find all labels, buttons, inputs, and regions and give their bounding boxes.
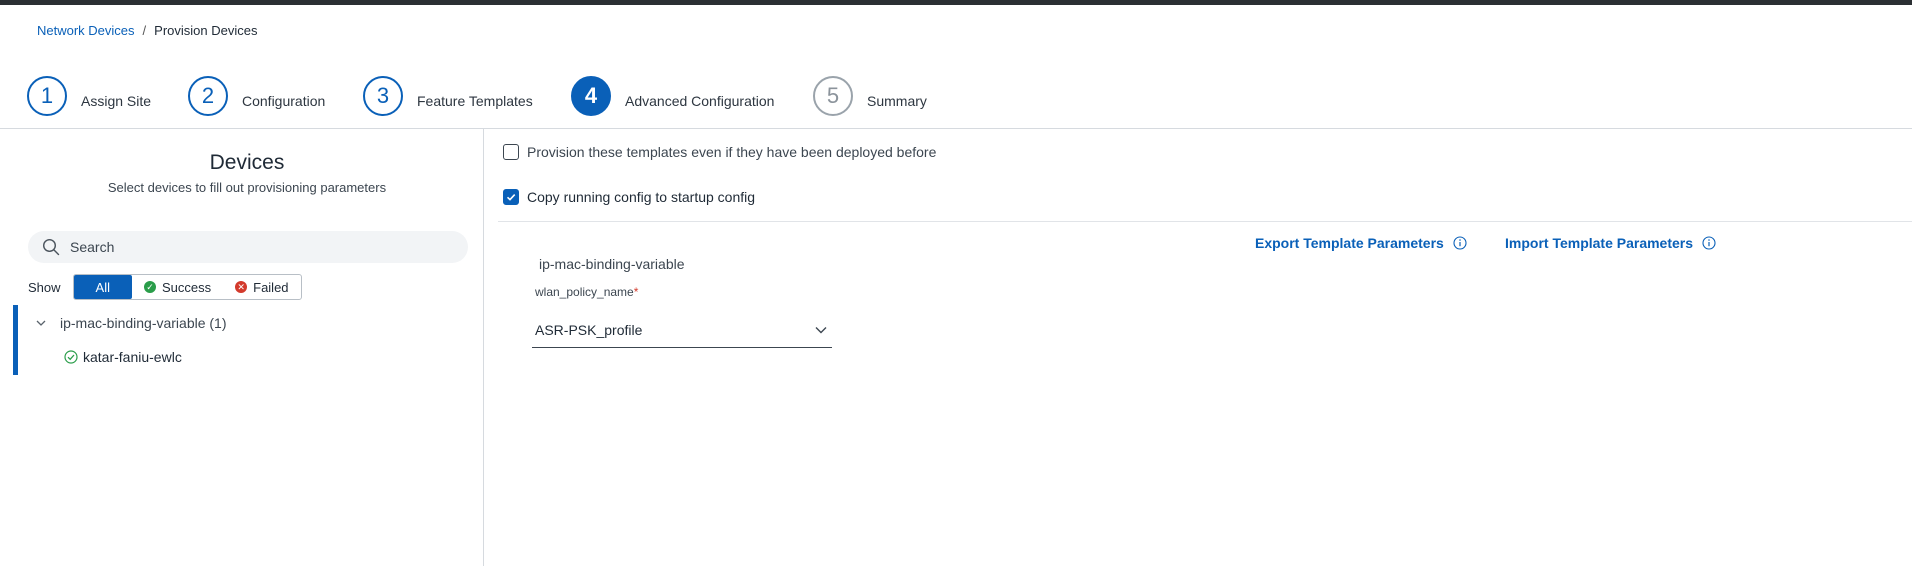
filter-success[interactable]: ✓ Success — [132, 275, 223, 299]
filter-failed-label: Failed — [253, 279, 289, 295]
step-number: 1 — [27, 76, 67, 116]
step-label: Feature Templates — [417, 93, 533, 109]
search-icon — [42, 238, 60, 256]
tree-group-label: ip-mac-binding-variable (1) — [60, 315, 227, 331]
devices-subtitle: Select devices to fill out provisioning … — [107, 180, 387, 195]
info-icon[interactable] — [1702, 236, 1716, 250]
template-name: ip-mac-binding-variable — [539, 256, 685, 272]
step-configuration[interactable]: 2 Configuration — [188, 76, 325, 116]
required-marker: * — [633, 285, 639, 299]
tree-device-item[interactable]: katar-faniu-ewlc — [64, 349, 182, 365]
wlan-policy-select[interactable]: ASR-PSK_profile — [532, 312, 832, 348]
device-search — [28, 231, 468, 263]
status-filter: Show All ✓ Success ✕ Failed — [28, 274, 302, 300]
step-label: Assign Site — [81, 93, 152, 109]
wlan-policy-field-label: wlan_policy_name* — [535, 285, 638, 299]
search-input[interactable] — [70, 239, 450, 255]
wizard-steps: 1 Assign Site 2 Configuration 3 Feature … — [0, 0, 1912, 128]
copy-running-config-label: Copy running config to startup config — [527, 189, 756, 205]
devices-title: Devices — [209, 151, 285, 174]
devices-panel: Devices Select devices to fill out provi… — [0, 129, 483, 566]
export-template-parameters[interactable]: Export Template Parameters — [1255, 235, 1467, 251]
success-check-icon — [64, 350, 78, 364]
chevron-down-icon — [815, 326, 827, 333]
select-value: ASR-PSK_profile — [535, 321, 643, 338]
step-assign-site[interactable]: 1 Assign Site — [27, 76, 151, 116]
step-summary[interactable]: 5 Summary — [813, 76, 927, 116]
copy-running-config-checkbox[interactable] — [503, 189, 519, 205]
filter-segment: All ✓ Success ✕ Failed — [72, 274, 302, 300]
device-name: katar-faniu-ewlc — [83, 349, 182, 365]
tree-group[interactable]: ip-mac-binding-variable (1) — [34, 315, 227, 331]
checkmark-icon — [506, 194, 516, 201]
filter-success-label: Success — [161, 279, 212, 295]
provision-redeploy-checkbox[interactable] — [503, 144, 519, 160]
step-advanced-configuration[interactable]: 4 Advanced Configuration — [571, 76, 774, 116]
filter-all-label: All — [95, 279, 110, 295]
step-number: 5 — [813, 76, 853, 116]
step-label: Configuration — [242, 93, 326, 109]
info-icon[interactable] — [1453, 236, 1467, 250]
export-label: Export Template Parameters — [1255, 235, 1444, 251]
chevron-down-icon — [36, 320, 46, 326]
field-label-text: wlan_policy_name — [535, 285, 634, 299]
filter-failed[interactable]: ✕ Failed — [223, 275, 300, 299]
step-feature-templates[interactable]: 3 Feature Templates — [363, 76, 533, 116]
step-number: 4 — [571, 76, 611, 116]
failed-icon: ✕ — [235, 281, 248, 293]
step-number: 2 — [188, 76, 228, 116]
filter-all[interactable]: All — [73, 275, 132, 299]
step-label: Summary — [867, 93, 927, 109]
show-label: Show — [28, 279, 61, 295]
selection-indicator — [13, 305, 18, 375]
import-label: Import Template Parameters — [1505, 235, 1694, 251]
provision-redeploy-label: Provision these templates even if they h… — [527, 144, 937, 160]
step-label: Advanced Configuration — [625, 93, 775, 109]
options-divider — [498, 221, 1912, 222]
success-icon: ✓ — [143, 281, 156, 293]
import-template-parameters[interactable]: Import Template Parameters — [1505, 235, 1716, 251]
copy-running-config-option[interactable]: Copy running config to startup config — [503, 189, 755, 205]
step-number: 3 — [363, 76, 403, 116]
provision-redeploy-option[interactable]: Provision these templates even if they h… — [503, 144, 936, 160]
